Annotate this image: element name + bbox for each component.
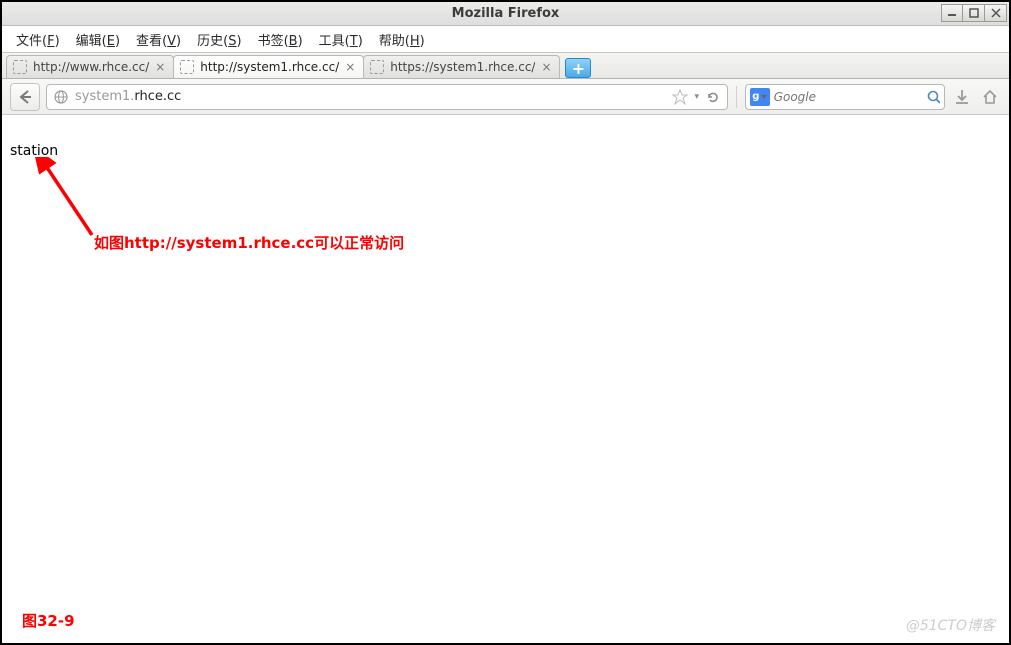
- tab-label: https://system1.rhce.cc/: [390, 60, 535, 74]
- search-input[interactable]: [774, 90, 922, 104]
- url-text: system1.rhce.cc: [75, 89, 666, 104]
- tab-favicon-placeholder-icon: [370, 60, 384, 74]
- download-icon: [953, 88, 971, 106]
- back-button[interactable]: [10, 83, 40, 111]
- close-icon: [991, 8, 1001, 18]
- minimize-icon: [947, 8, 957, 18]
- star-icon[interactable]: [672, 89, 688, 105]
- menu-bookmarks[interactable]: 书签(B): [250, 28, 311, 51]
- home-button[interactable]: [979, 86, 1001, 108]
- minimize-button[interactable]: [941, 4, 963, 22]
- back-arrow-icon: [16, 88, 34, 106]
- dropdown-icon[interactable]: ▾: [694, 92, 699, 102]
- tab-label: http://www.rhce.cc/: [33, 60, 149, 74]
- tab-favicon-placeholder-icon: [13, 60, 27, 74]
- refresh-icon[interactable]: [705, 89, 721, 105]
- toolbar-separator: [736, 86, 737, 108]
- tab-close-icon[interactable]: ×: [343, 60, 357, 74]
- search-bar[interactable]: g: [745, 84, 945, 110]
- navigation-toolbar: system1.rhce.cc ▾ g: [2, 79, 1009, 115]
- tab-label: http://system1.rhce.cc/: [200, 60, 339, 74]
- window-controls: [941, 4, 1007, 22]
- tab-bar: http://www.rhce.cc/ × http://system1.rhc…: [2, 52, 1009, 79]
- search-engine-selector[interactable]: g: [750, 88, 770, 106]
- menu-help[interactable]: 帮助(H): [371, 28, 433, 51]
- close-button[interactable]: [985, 4, 1007, 22]
- menu-edit[interactable]: 编辑(E): [68, 28, 128, 51]
- figure-label: 图32-9: [22, 610, 75, 631]
- tab-2[interactable]: https://system1.rhce.cc/ ×: [363, 55, 560, 78]
- maximize-button[interactable]: [963, 4, 985, 22]
- tab-favicon-placeholder-icon: [180, 60, 194, 74]
- menu-history[interactable]: 历史(S): [189, 28, 249, 51]
- window-titlebar: Mozilla Firefox: [2, 2, 1009, 26]
- maximize-icon: [969, 8, 979, 18]
- globe-icon: [53, 89, 69, 105]
- downloads-button[interactable]: [951, 86, 973, 108]
- annotation-text: 如图http://system1.rhce.cc可以正常访问: [94, 232, 404, 253]
- menu-bar: 文件(F) 编辑(E) 查看(V) 历史(S) 书签(B) 工具(T) 帮助(H…: [2, 26, 1009, 52]
- tab-0[interactable]: http://www.rhce.cc/ ×: [6, 55, 174, 78]
- home-icon: [981, 88, 999, 106]
- page-body-text: station: [10, 143, 58, 159]
- menu-view[interactable]: 查看(V): [128, 28, 189, 51]
- menu-tools[interactable]: 工具(T): [311, 28, 371, 51]
- menu-file[interactable]: 文件(F): [8, 28, 68, 51]
- search-icon[interactable]: [926, 89, 940, 105]
- url-bar[interactable]: system1.rhce.cc ▾: [46, 84, 728, 110]
- url-right-icons: ▾: [672, 89, 721, 105]
- watermark-text: @51CTO博客: [906, 615, 995, 635]
- page-content: station: [4, 115, 1007, 641]
- window-title: Mozilla Firefox: [2, 6, 1009, 21]
- tab-close-icon[interactable]: ×: [539, 60, 553, 74]
- tab-1[interactable]: http://system1.rhce.cc/ ×: [173, 55, 364, 78]
- new-tab-button[interactable]: +: [565, 58, 591, 78]
- tab-close-icon[interactable]: ×: [153, 60, 167, 74]
